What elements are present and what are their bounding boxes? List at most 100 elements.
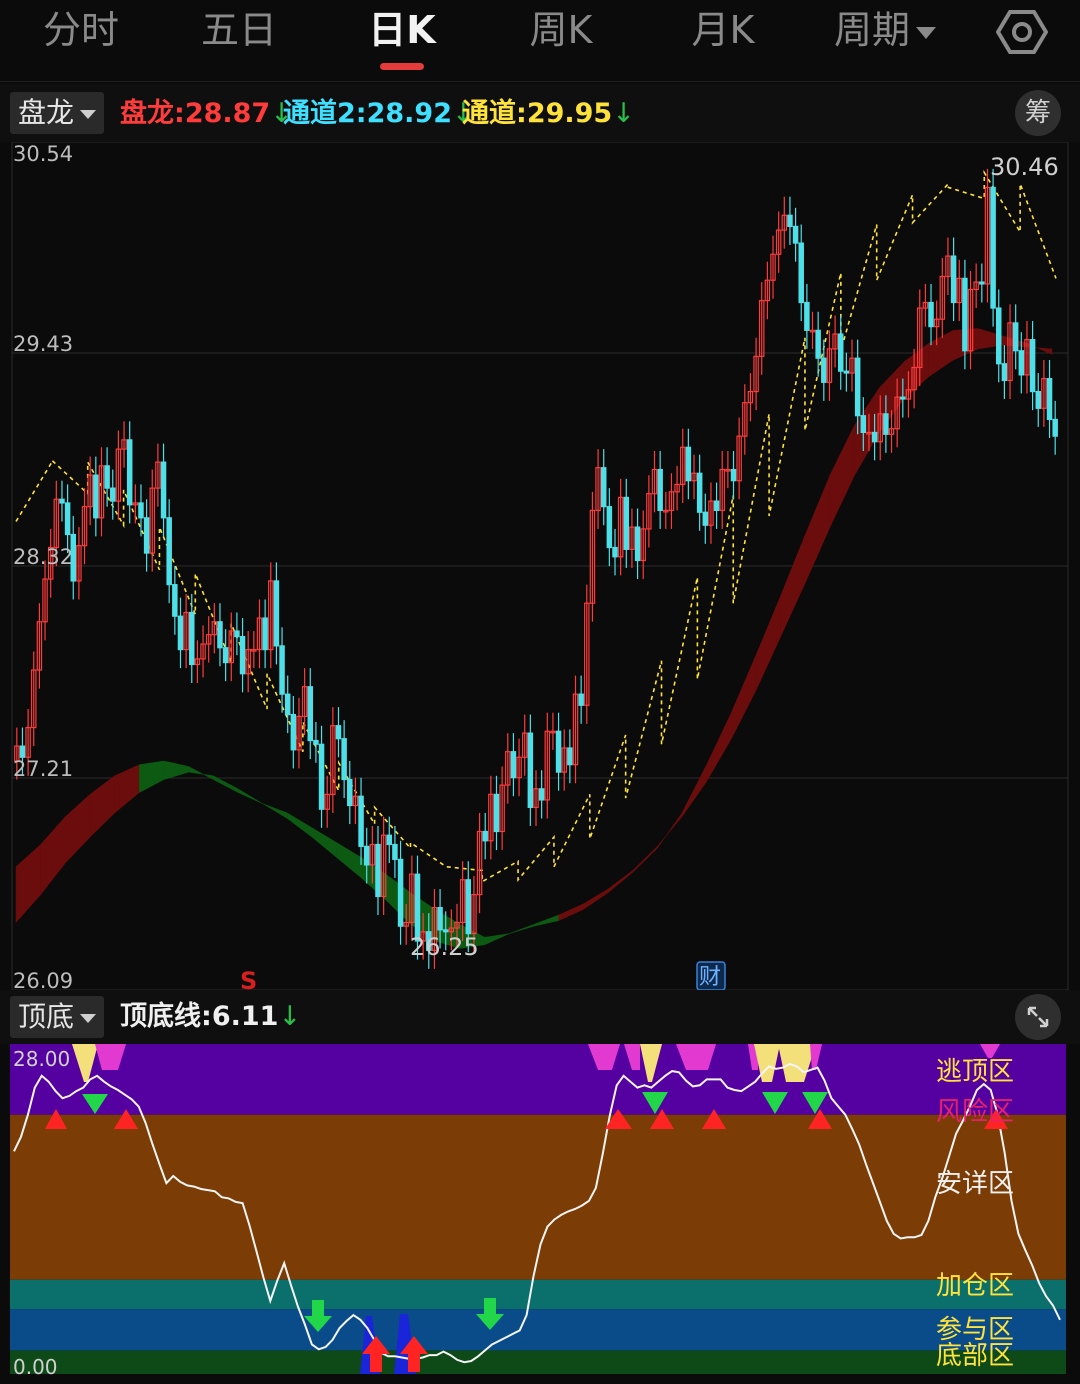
candle — [555, 712, 562, 791]
candle — [296, 697, 302, 769]
candle — [234, 612, 240, 656]
band-segment — [558, 903, 584, 921]
candle-body — [606, 506, 613, 549]
band-segment — [336, 842, 362, 879]
tab-monthly-k[interactable]: 月K — [664, 6, 782, 66]
sub-indicator-selector[interactable]: 顶底 — [10, 996, 105, 1038]
candle — [273, 562, 280, 665]
candle — [996, 289, 1002, 383]
candle — [600, 449, 607, 526]
band-segment — [928, 329, 954, 378]
chip-distribution-button[interactable]: 筹 — [1015, 90, 1061, 136]
finance-event-badge[interactable]: 财 — [696, 961, 726, 991]
candle — [646, 475, 652, 548]
expand-button[interactable] — [1015, 994, 1061, 1040]
candle — [307, 668, 314, 760]
chip-button-label: 筹 — [1024, 98, 1051, 128]
candle-body — [375, 843, 381, 898]
candle — [775, 211, 782, 273]
candle — [330, 707, 336, 813]
main-indicator-bar: 盘龙 盘龙:28.87↓ 通道2:28.92↓ 通道:29.95↓ 筹 — [0, 84, 1080, 142]
tab-daily-k[interactable]: 日K — [343, 6, 461, 66]
candle — [984, 168, 991, 303]
candle — [256, 599, 263, 669]
candle — [59, 480, 65, 522]
candle-body — [172, 584, 178, 617]
band-segment — [114, 764, 140, 814]
candle — [973, 263, 979, 309]
candle — [76, 527, 82, 600]
candle — [324, 775, 330, 828]
candle — [849, 339, 855, 392]
candle — [679, 428, 686, 503]
candle-body — [442, 929, 449, 933]
y-tick-label: 0.00 — [13, 1355, 58, 1379]
candle — [950, 237, 957, 322]
candle-body — [386, 834, 393, 846]
candle-body — [815, 329, 821, 359]
candle — [488, 775, 494, 860]
zone-label-safe: 安详区 — [936, 1169, 1014, 1199]
arrow-down-icon: ↓ — [612, 98, 635, 129]
zone-band — [10, 1309, 1066, 1351]
candle — [510, 733, 517, 797]
legend-value: 29.95 — [526, 98, 613, 129]
candle-body — [821, 357, 827, 383]
candle-body — [19, 745, 26, 758]
main-indicator-selector[interactable]: 盘龙 — [10, 92, 105, 134]
candle — [702, 493, 709, 544]
sell-signal-label: S — [240, 967, 257, 992]
candle-body — [792, 225, 799, 244]
candle — [550, 712, 556, 750]
tab-period-dropdown[interactable]: 周期 — [818, 6, 952, 66]
candle-body — [798, 242, 804, 304]
band-segment — [65, 793, 91, 864]
gear-icon[interactable] — [996, 8, 1048, 56]
candle-body — [555, 730, 562, 773]
candle-body — [273, 580, 280, 647]
candle-body — [59, 498, 65, 504]
candlestick-chart[interactable]: 30.54 29.43 28.32 27.21 26.09 30.46 26.2… — [0, 142, 1080, 992]
legend-channel2: 通道2:28.92↓ — [283, 94, 475, 134]
tab-label: 五日 — [200, 8, 277, 52]
candle — [821, 339, 827, 401]
band-segment — [780, 534, 806, 637]
candle — [742, 384, 748, 455]
candle — [589, 491, 596, 622]
candle — [787, 196, 793, 245]
candle — [194, 640, 201, 684]
candle — [747, 373, 754, 422]
tab-weekly-k[interactable]: 周K — [502, 6, 620, 66]
band-segment — [731, 655, 757, 739]
candle — [792, 207, 799, 262]
tab-five-day[interactable]: 五日 — [180, 6, 298, 66]
candle-body — [538, 788, 545, 801]
candle-body — [837, 333, 844, 372]
candle-body — [239, 636, 246, 675]
candle-body — [437, 907, 443, 931]
legend-value: 28.92 — [366, 98, 452, 129]
tab-intraday[interactable]: 分时 — [22, 6, 140, 66]
candle-body — [1018, 350, 1025, 376]
band-segment — [15, 843, 41, 924]
candle-body — [730, 468, 737, 482]
candle — [770, 235, 776, 299]
candle — [189, 593, 195, 684]
candle — [251, 631, 257, 669]
candle-body — [177, 615, 184, 651]
candle-body — [950, 255, 957, 304]
legend-channel: 通道:29.95↓ — [462, 94, 635, 134]
top-bottom-indicator-chart[interactable]: 逃顶区 风险区 安详区 加仓区 参与区 底部区 28.00 0.00 — [0, 1044, 1080, 1384]
zone-band — [10, 1350, 1066, 1374]
tab-label: 周K — [529, 8, 593, 52]
candle — [815, 311, 821, 377]
candle — [183, 593, 189, 669]
candle — [352, 777, 359, 825]
candle-body — [527, 732, 534, 808]
candle — [290, 696, 297, 769]
candle — [1029, 321, 1036, 411]
legend-top-bottom-line: 顶底线:6.11↓ — [120, 997, 301, 1037]
candle-body — [979, 281, 985, 285]
candle — [634, 508, 641, 580]
y-tick-label: 30.54 — [13, 142, 73, 166]
